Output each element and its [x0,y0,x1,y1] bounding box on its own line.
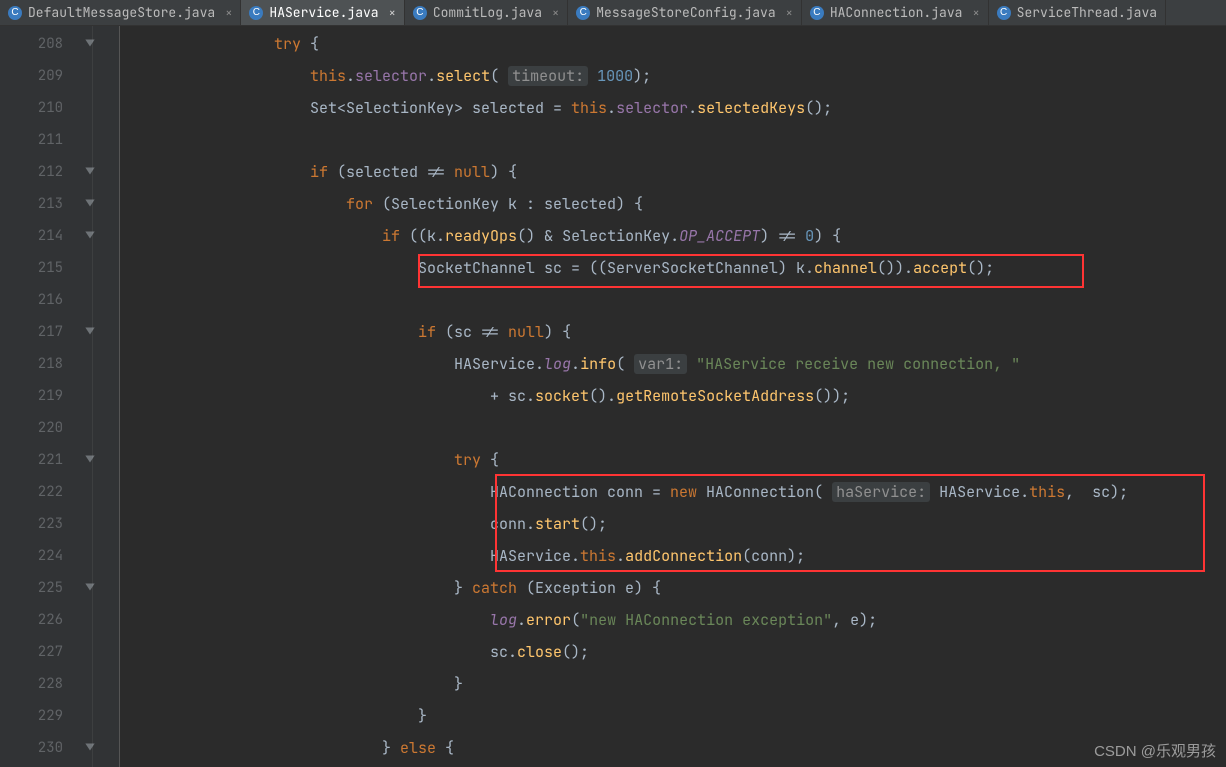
line-number: 223 [0,508,75,540]
line-number: 217 [0,316,75,348]
line-number: 218 [0,348,75,380]
code-line: sc.close(); [120,636,1226,668]
code-line: if (sc != null) { [120,316,1226,348]
code-line: this.selector.select( timeout: 1000); [120,60,1226,92]
code-line [120,412,1226,444]
line-number: 222 [0,476,75,508]
line-number-gutter: 2082092102112122132142152162172182192202… [0,26,75,767]
java-class-icon: C [413,6,427,20]
code-line: HAService.log.info( var1: "HAService rec… [120,348,1226,380]
code-line: + sc.socket().getRemoteSocketAddress()); [120,380,1226,412]
code-line: if (selected != null) { [120,156,1226,188]
close-icon[interactable]: × [548,5,559,21]
java-class-icon: C [8,6,22,20]
line-number: 213 [0,188,75,220]
tab-label: MessageStoreConfig.java [596,4,775,21]
fold-toggle-icon[interactable] [83,579,101,597]
code-line: Set<SelectionKey> selected = this.select… [120,92,1226,124]
tab-service-thread[interactable]: C ServiceThread.java [989,0,1166,25]
line-number: 226 [0,604,75,636]
line-number: 221 [0,444,75,476]
line-number: 216 [0,284,75,316]
fold-toggle-icon[interactable] [83,739,101,757]
line-number: 224 [0,540,75,572]
code-line: log.error("new HAConnection exception", … [120,604,1226,636]
tab-ha-service[interactable]: C HAService.java × [241,0,404,25]
line-number: 228 [0,668,75,700]
code-line: for (SelectionKey k : selected) { [120,188,1226,220]
line-number: 230 [0,732,75,764]
line-number: 211 [0,124,75,156]
tab-label: CommitLog.java [433,4,542,21]
line-number: 225 [0,572,75,604]
code-editor[interactable]: 2082092102112122132142152162172182192202… [0,26,1226,767]
tab-label: DefaultMessageStore.java [28,4,215,21]
tab-label: HAService.java [269,4,378,21]
line-number: 214 [0,220,75,252]
line-number: 212 [0,156,75,188]
code-line: } [120,668,1226,700]
fold-toggle-icon[interactable] [83,323,101,341]
fold-toggle-icon[interactable] [83,163,101,181]
close-icon[interactable]: × [782,5,793,21]
code-line: } catch (Exception e) { [120,572,1226,604]
fold-gutter [75,26,120,767]
close-icon[interactable]: × [968,5,979,21]
line-number: 219 [0,380,75,412]
fold-toggle-icon[interactable] [83,35,101,53]
line-number: 220 [0,412,75,444]
fold-toggle-icon[interactable] [83,451,101,469]
fold-toggle-icon[interactable] [83,195,101,213]
code-line: conn.start(); [120,508,1226,540]
tab-commit-log[interactable]: C CommitLog.java × [405,0,568,25]
line-number: 210 [0,92,75,124]
line-number: 229 [0,700,75,732]
close-icon[interactable]: × [385,5,396,21]
tab-label: HAConnection.java [830,4,963,21]
line-number: 209 [0,60,75,92]
fold-toggle-icon[interactable] [83,227,101,245]
java-class-icon: C [810,6,824,20]
line-number: 227 [0,636,75,668]
code-line: if ((k.readyOps() & SelectionKey.OP_ACCE… [120,220,1226,252]
code-line: } else { [120,732,1226,764]
code-area[interactable]: try { this.selector.select( timeout: 100… [120,26,1226,767]
code-line: try { [120,444,1226,476]
code-line [120,284,1226,316]
watermark: CSDN @乐观男孩 [1094,740,1216,761]
tab-default-message-store[interactable]: C DefaultMessageStore.java × [0,0,241,25]
tab-label: ServiceThread.java [1017,4,1157,21]
line-number: 208 [0,28,75,60]
close-icon[interactable]: × [221,5,232,21]
editor-tabs: C DefaultMessageStore.java × C HAService… [0,0,1226,26]
line-number: 215 [0,252,75,284]
tab-message-store-config[interactable]: C MessageStoreConfig.java × [568,0,802,25]
code-line: } [120,700,1226,732]
code-line: HAConnection conn = new HAConnection( ha… [120,476,1226,508]
code-line [120,124,1226,156]
tab-ha-connection[interactable]: C HAConnection.java × [802,0,989,25]
code-line: try { [120,28,1226,60]
java-class-icon: C [249,6,263,20]
code-line: HAService.this.addConnection(conn); [120,540,1226,572]
java-class-icon: C [997,6,1011,20]
java-class-icon: C [576,6,590,20]
code-line: SocketChannel sc = ((ServerSocketChannel… [120,252,1226,284]
